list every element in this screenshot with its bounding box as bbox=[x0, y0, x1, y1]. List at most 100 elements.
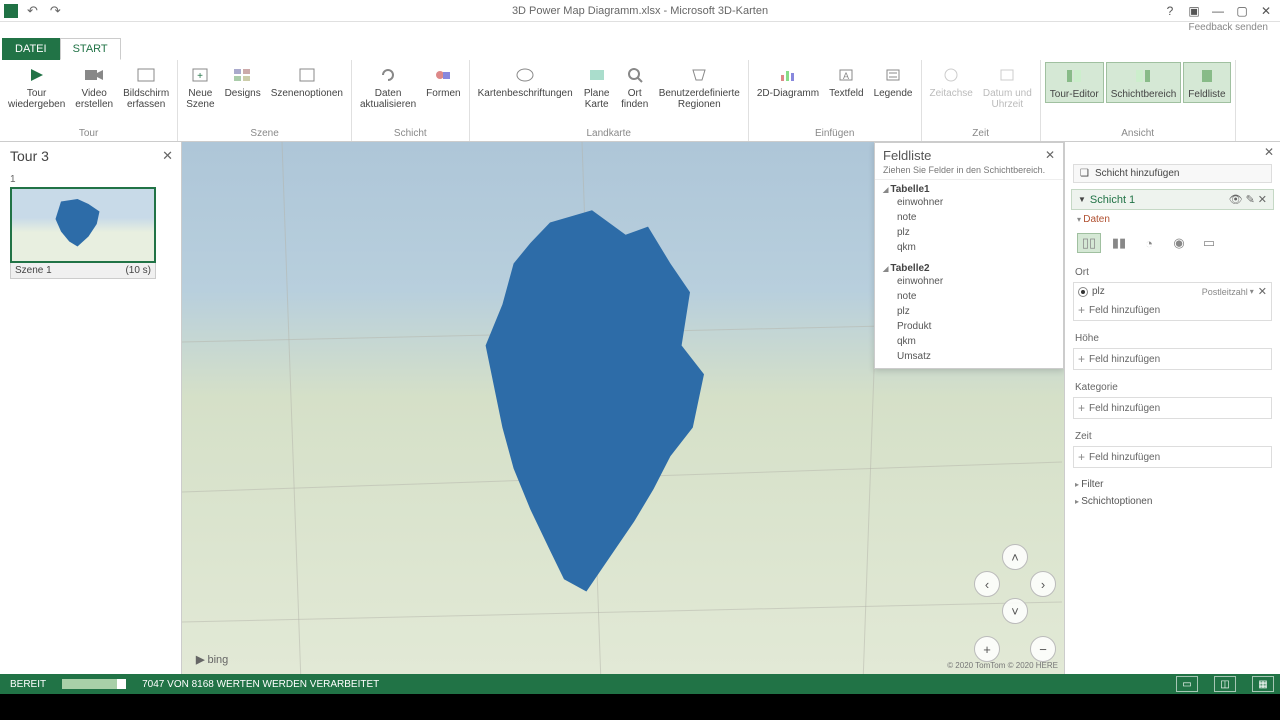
map-rotate-right-icon[interactable]: › bbox=[1030, 571, 1056, 597]
map-copyright: © 2020 TomTom © 2020 HERE bbox=[947, 661, 1058, 670]
view-mode-3-icon[interactable]: ▦ bbox=[1252, 676, 1274, 692]
tab-start[interactable]: START bbox=[60, 38, 121, 60]
eye-icon[interactable]: 👁 bbox=[1229, 193, 1243, 206]
new-scene-button[interactable]: +Neue Szene bbox=[182, 62, 218, 112]
scene-name: Szene 1 bbox=[15, 265, 52, 276]
flat-map-button[interactable]: Plane Karte bbox=[579, 62, 615, 112]
scene-thumbnail[interactable] bbox=[10, 187, 156, 263]
map-zoom-in-icon[interactable]: + bbox=[974, 636, 1000, 662]
fieldlist-field[interactable]: qkm bbox=[883, 334, 1055, 349]
layerpanel-close-icon[interactable]: ✕ bbox=[1264, 145, 1274, 159]
layer-pane-button[interactable]: Schichtbereich bbox=[1106, 62, 1182, 103]
group-insert-label: Einfügen bbox=[753, 128, 917, 141]
tab-file[interactable]: DATEI bbox=[2, 38, 60, 60]
layer-options-section[interactable]: Schichtoptionen bbox=[1075, 496, 1272, 507]
remove-field-icon[interactable]: ✕ bbox=[1258, 285, 1267, 298]
view-mode-2-icon[interactable]: ◫ bbox=[1214, 676, 1236, 692]
viz-bubble-icon[interactable]: ◔ bbox=[1137, 233, 1161, 253]
2d-chart-button[interactable]: 2D-Diagramm bbox=[753, 62, 823, 101]
fieldlist-field[interactable]: plz bbox=[883, 304, 1055, 319]
delete-icon[interactable]: ✕ bbox=[1258, 193, 1267, 206]
close-icon[interactable]: ✕ bbox=[1254, 1, 1278, 21]
capture-screen-button[interactable]: Bildschirm erfassen bbox=[119, 62, 173, 112]
viz-type-selector: ▯▯ ▮▮ ◔ ◉ ▭ bbox=[1077, 233, 1272, 253]
viz-clustered-column-icon[interactable]: ▮▮ bbox=[1107, 233, 1131, 253]
scene-options-button[interactable]: Szenenoptionen bbox=[267, 62, 347, 112]
fieldlist-field[interactable]: Produkt bbox=[883, 319, 1055, 334]
scene-designs-button[interactable]: Designs bbox=[221, 62, 265, 112]
fieldlist-button[interactable]: Feldliste bbox=[1183, 62, 1230, 103]
radio-checked-icon[interactable] bbox=[1078, 287, 1088, 297]
help-icon[interactable]: ? bbox=[1158, 1, 1182, 21]
group-time-label: Zeit bbox=[926, 128, 1036, 141]
datetime-button: Datum und Uhrzeit bbox=[979, 62, 1036, 112]
layer-header[interactable]: ▼ Schicht 1 👁 ✎ ✕ bbox=[1071, 189, 1274, 210]
maximize-icon[interactable]: ▢ bbox=[1230, 1, 1254, 21]
fieldlist-field[interactable]: qkm bbox=[883, 240, 1055, 255]
fieldlist-field[interactable]: Umsatz bbox=[883, 349, 1055, 364]
fieldlist-title: Feldliste bbox=[883, 148, 931, 163]
map-tilt-up-icon[interactable]: ˄ bbox=[1002, 544, 1028, 570]
scene-number: 1 bbox=[10, 174, 171, 185]
map-tilt-down-icon[interactable]: ˅ bbox=[1002, 598, 1028, 624]
map-zoom-out-icon[interactable]: − bbox=[1030, 636, 1056, 662]
map-canvas[interactable]: ▶bing © 2020 TomTom © 2020 HERE ˄ ˅ ‹ › … bbox=[182, 142, 1064, 674]
view-mode-1-icon[interactable]: ▭ bbox=[1176, 676, 1198, 692]
legend-button[interactable]: Legende bbox=[870, 62, 917, 101]
feedback-link[interactable]: Feedback senden bbox=[0, 22, 1280, 38]
timeline-button: Zeitachse bbox=[926, 62, 977, 112]
group-scene-label: Szene bbox=[182, 128, 347, 141]
titlebar: ↶ ↷ 3D Power Map Diagramm.xlsx - Microso… bbox=[0, 0, 1280, 22]
scene-time: (10 s) bbox=[125, 265, 151, 276]
create-video-button[interactable]: Video erstellen bbox=[71, 62, 117, 112]
status-ready: BEREIT bbox=[10, 679, 46, 690]
redo-icon[interactable]: ↷ bbox=[47, 3, 64, 19]
fieldlist-field[interactable]: einwohner bbox=[883, 195, 1055, 210]
pencil-icon[interactable]: ✎ bbox=[1246, 193, 1255, 206]
data-section-header[interactable]: Daten bbox=[1077, 214, 1272, 225]
shapes-button[interactable]: Formen bbox=[422, 62, 464, 112]
time-label: Zeit bbox=[1075, 431, 1272, 442]
tour-close-icon[interactable]: ✕ bbox=[162, 148, 173, 164]
tour-editor-button[interactable]: Tour-Editor bbox=[1045, 62, 1104, 103]
ribbon-toggle-icon[interactable]: ▣ bbox=[1182, 1, 1206, 21]
window-title: 3D Power Map Diagramm.xlsx - Microsoft 3… bbox=[512, 5, 768, 17]
status-bar: BEREIT 7047 VON 8168 WERTEN WERDEN VERAR… bbox=[0, 674, 1280, 694]
fieldlist-table[interactable]: Tabelle2 bbox=[883, 263, 1055, 274]
field-list-popup: Feldliste ✕ Ziehen Sie Felder in den Sch… bbox=[874, 142, 1064, 369]
find-location-button[interactable]: Ort finden bbox=[617, 62, 653, 112]
add-time-field-button[interactable]: +Feld hinzufügen bbox=[1074, 447, 1271, 467]
tour-panel: Tour 3 ✕ 1 Szene 1 (10 s) bbox=[0, 142, 182, 674]
fieldlist-field[interactable]: einwohner bbox=[883, 274, 1055, 289]
add-location-field-button[interactable]: +Feld hinzufügen bbox=[1074, 300, 1271, 320]
add-height-field-button[interactable]: +Feld hinzufügen bbox=[1074, 349, 1271, 369]
location-field-row[interactable]: plz Postleitzahl ▾ ✕ bbox=[1074, 283, 1271, 300]
tour-title: Tour 3 bbox=[10, 148, 49, 164]
play-tour-button[interactable]: Tour wiedergeben bbox=[4, 62, 69, 112]
fieldlist-table[interactable]: Tabelle1 bbox=[883, 184, 1055, 195]
app-icon bbox=[4, 4, 18, 18]
fieldlist-field[interactable]: note bbox=[883, 289, 1055, 304]
add-category-field-button[interactable]: +Feld hinzufügen bbox=[1074, 398, 1271, 418]
textbox-button[interactable]: ATextfeld bbox=[825, 62, 867, 101]
map-labels-button[interactable]: Kartenbeschriftungen bbox=[474, 62, 577, 112]
status-progress-text: 7047 VON 8168 WERTEN WERDEN VERARBEITET bbox=[142, 679, 379, 690]
minimize-icon[interactable]: ― bbox=[1206, 1, 1230, 21]
map-rotate-left-icon[interactable]: ‹ bbox=[974, 571, 1000, 597]
filter-section[interactable]: Filter bbox=[1075, 479, 1272, 490]
svg-text:A: A bbox=[843, 71, 849, 81]
refresh-data-button[interactable]: Daten aktualisieren bbox=[356, 62, 420, 112]
viz-heatmap-icon[interactable]: ◉ bbox=[1167, 233, 1191, 253]
undo-icon[interactable]: ↶ bbox=[24, 3, 41, 19]
viz-stacked-column-icon[interactable]: ▯▯ bbox=[1077, 233, 1101, 253]
fieldlist-field[interactable]: plz bbox=[883, 225, 1055, 240]
group-layer-label: Schicht bbox=[356, 128, 465, 141]
fieldlist-field[interactable]: note bbox=[883, 210, 1055, 225]
custom-regions-button[interactable]: Benutzerdefinierte Regionen bbox=[655, 62, 744, 112]
fieldlist-close-icon[interactable]: ✕ bbox=[1045, 148, 1055, 163]
group-map-label: Landkarte bbox=[474, 128, 744, 141]
viz-region-icon[interactable]: ▭ bbox=[1197, 233, 1221, 253]
add-layer-button[interactable]: ❑ Schicht hinzufügen bbox=[1073, 164, 1272, 183]
chevron-down-icon[interactable]: ▾ bbox=[1250, 287, 1254, 296]
svg-text:+: + bbox=[197, 71, 203, 82]
